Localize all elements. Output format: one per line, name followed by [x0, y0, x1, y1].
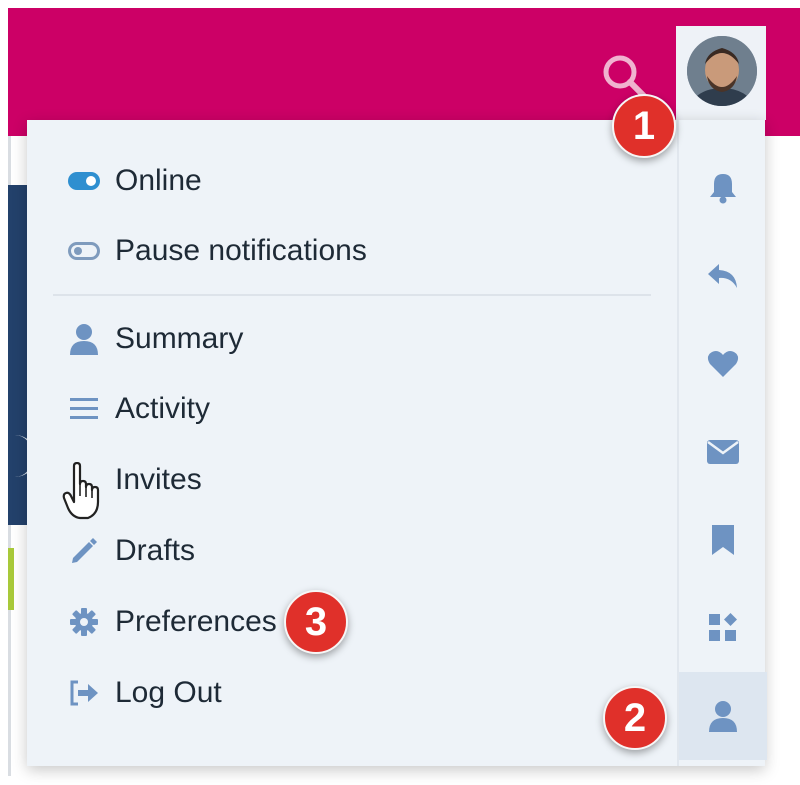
menu-item-label: Summary — [115, 322, 244, 355]
toggle-on-icon — [67, 164, 101, 198]
menu-item-label: Preferences — [115, 605, 277, 638]
gear-icon — [67, 605, 101, 639]
menu-item-label: Activity — [115, 392, 211, 425]
callout-badge-3: 3 — [284, 590, 348, 654]
menu-item-label: Pause notifications — [115, 234, 367, 267]
avatar — [687, 36, 757, 106]
list-icon — [67, 392, 101, 426]
menu-item-preferences[interactable]: Preferences — [67, 599, 277, 645]
menu-item-activity[interactable]: Activity — [67, 386, 210, 432]
tab-replies[interactable] — [679, 232, 767, 320]
menu-item-pause-notifications[interactable]: Pause notifications — [67, 228, 367, 274]
heart-icon — [707, 351, 739, 377]
tab-likes[interactable] — [679, 320, 767, 408]
menu-divider — [53, 294, 651, 296]
menu-item-online[interactable]: Online — [67, 158, 202, 204]
sign-out-icon — [67, 676, 101, 710]
menu-item-label: Log Out — [115, 676, 222, 709]
widgets-icon — [709, 613, 737, 641]
user-icon — [67, 322, 101, 356]
tab-messages[interactable] — [679, 408, 767, 496]
user-menu: Online Pause notifications Summary Activ… — [27, 120, 767, 766]
envelope-icon — [707, 440, 739, 464]
tab-profile[interactable] — [679, 672, 767, 760]
callout-badge-2: 2 — [603, 686, 667, 750]
background-accent — [8, 548, 14, 610]
avatar-photo — [687, 36, 757, 106]
toggle-off-icon — [67, 234, 101, 268]
callout-badge-1: 1 — [612, 94, 676, 158]
user-menu-panel: Online Pause notifications Summary Activ… — [27, 120, 677, 766]
menu-item-drafts[interactable]: Drafts — [67, 528, 195, 574]
tab-other[interactable] — [679, 584, 767, 672]
menu-item-summary[interactable]: Summary — [67, 316, 243, 362]
menu-item-label: Online — [115, 164, 202, 197]
menu-item-label: Invites — [115, 463, 202, 496]
menu-item-label: Drafts — [115, 534, 196, 567]
user-icon — [709, 701, 737, 732]
pencil-icon — [67, 534, 101, 568]
menu-item-log-out[interactable]: Log Out — [67, 670, 222, 716]
user-menu-tabs — [677, 120, 767, 766]
mouse-cursor-icon — [62, 462, 100, 520]
reply-icon — [708, 264, 737, 288]
tab-bookmarks[interactable] — [679, 496, 767, 584]
bell-icon — [710, 174, 736, 204]
avatar-button[interactable] — [676, 26, 766, 120]
tab-notifications[interactable] — [679, 144, 767, 232]
bookmark-icon — [712, 525, 734, 555]
